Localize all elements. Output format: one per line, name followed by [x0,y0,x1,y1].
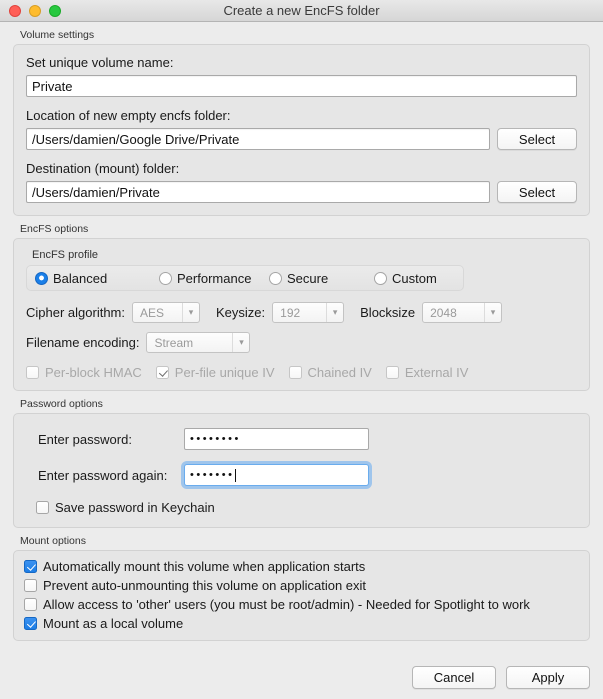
create-encfs-folder-window: Create a new EncFS folder Volume setting… [0,0,603,699]
encfs-profile-radio-group: Balanced Performance Secure Custom [26,265,464,291]
window-title: Create a new EncFS folder [223,2,380,18]
cancel-button[interactable]: Cancel [412,666,496,689]
volume-settings-section-label: Volume settings [20,29,95,41]
radio-unselected-icon [159,271,172,285]
volume-settings-group: Set unique volume name: Location of new … [13,44,590,216]
encfs-profile-label: EncFS profile [32,249,99,261]
auto-mount-label: Automatically mount this volume when app… [43,559,366,574]
volume-name-label: Set unique volume name: [26,55,174,70]
window-titlebar: Create a new EncFS folder [0,0,603,22]
checkbox-per-file-unique-iv[interactable]: Per-file unique IV [155,365,275,380]
checkbox-unchecked-icon [36,501,49,514]
location-label: Location of new empty encfs folder: [26,108,231,123]
traffic-lights [0,4,61,17]
radio-unselected-icon [374,271,387,285]
chained-iv-label: Chained IV [307,365,372,380]
profile-radio-performance[interactable]: Performance [159,271,269,286]
profile-radio-balanced[interactable]: Balanced [35,271,159,286]
blocksize-label: Blocksize [360,305,416,320]
enter-password-label: Enter password: [38,431,132,447]
checkbox-unchecked-icon [288,366,302,379]
checkbox-allow-other-users[interactable]: Allow access to 'other' users (you must … [24,597,577,612]
per-block-hmac-label: Per-block HMAC [45,365,142,380]
save-keychain-label: Save password in Keychain [55,500,215,515]
profile-radio-secure[interactable]: Secure [269,271,374,286]
destination-select-button[interactable]: Select [497,181,577,203]
profile-label-balanced: Balanced [53,270,108,286]
checkbox-checked-icon [24,617,37,630]
volume-name-input[interactable] [26,75,577,97]
text-caret [235,468,237,482]
zoom-button-icon[interactable] [49,4,61,17]
allow-other-users-label: Allow access to 'other' users (you must … [43,597,530,612]
cipher-label: Cipher algorithm: [26,305,125,320]
dialog-content: Volume settings Set unique volume name: … [0,22,603,699]
encfs-options-section-label: EncFS options [20,223,89,235]
profile-label-custom: Custom [392,270,437,286]
external-iv-label: External IV [404,365,469,380]
dialog-footer: Cancel Apply [412,666,590,689]
keysize-select[interactable]: 192 ▾ [272,302,345,323]
password-options-group: Enter password: •••••••• Enter password … [13,413,590,528]
destination-input[interactable] [26,181,490,203]
chevron-down-icon: ▾ [484,303,501,322]
apply-button[interactable]: Apply [506,666,590,689]
chevron-down-icon: ▾ [182,303,199,322]
prevent-auto-unmount-label: Prevent auto-unmounting this volume on a… [43,578,367,593]
checkbox-checked-icon [24,560,37,573]
keysize-label: Keysize: [216,305,266,320]
mount-options-section-label: Mount options [20,535,86,547]
password-options-section-label: Password options [20,398,103,410]
confirm-password-input[interactable]: ••••••• [184,464,369,486]
location-input[interactable] [26,128,490,150]
checkbox-auto-mount[interactable]: Automatically mount this volume when app… [24,559,577,574]
filename-encoding-select[interactable]: Stream ▾ [146,332,251,353]
keysize-value: 192 [280,305,301,320]
encfs-options-group: EncFS profile Balanced Performance Secur… [13,238,590,391]
cipher-select[interactable]: AES ▾ [132,302,200,323]
confirm-password-label: Enter password again: [38,467,168,483]
blocksize-value: 2048 [430,305,457,320]
profile-radio-custom[interactable]: Custom [374,271,437,286]
checkbox-prevent-auto-unmount[interactable]: Prevent auto-unmounting this volume on a… [24,578,577,593]
per-file-unique-iv-label: Per-file unique IV [174,365,275,380]
confirm-password-value: ••••••• [190,469,235,481]
profile-label-secure: Secure [287,270,329,286]
password-input[interactable]: •••••••• [184,428,369,450]
checkbox-unchecked-icon [26,366,39,379]
location-select-button[interactable]: Select [497,128,577,150]
blocksize-select[interactable]: 2048 ▾ [422,302,503,323]
checkbox-external-iv[interactable]: External IV [385,365,469,380]
checkbox-save-password-keychain[interactable]: Save password in Keychain [36,500,577,515]
checkbox-chained-iv[interactable]: Chained IV [288,365,372,380]
checkbox-mount-local-volume[interactable]: Mount as a local volume [24,616,577,631]
chevron-down-icon: ▾ [232,333,249,352]
mount-local-volume-label: Mount as a local volume [43,616,184,631]
destination-label: Destination (mount) folder: [26,161,180,176]
radio-selected-icon [35,271,48,285]
checkbox-checked-icon [155,366,169,379]
close-button-icon[interactable] [9,4,21,17]
minimize-button-icon[interactable] [29,4,41,17]
chevron-down-icon: ▾ [326,303,343,322]
password-value: •••••••• [190,433,241,445]
checkbox-unchecked-icon [24,598,37,611]
radio-unselected-icon [269,271,282,285]
checkbox-unchecked-icon [385,366,399,379]
profile-label-performance: Performance [177,270,252,286]
checkbox-per-block-hmac[interactable]: Per-block HMAC [26,365,142,380]
mount-options-group: Automatically mount this volume when app… [13,550,590,641]
cipher-value: AES [140,305,165,320]
encoding-value: Stream [154,335,194,350]
checkbox-unchecked-icon [24,579,37,592]
encoding-label: Filename encoding: [26,335,140,350]
